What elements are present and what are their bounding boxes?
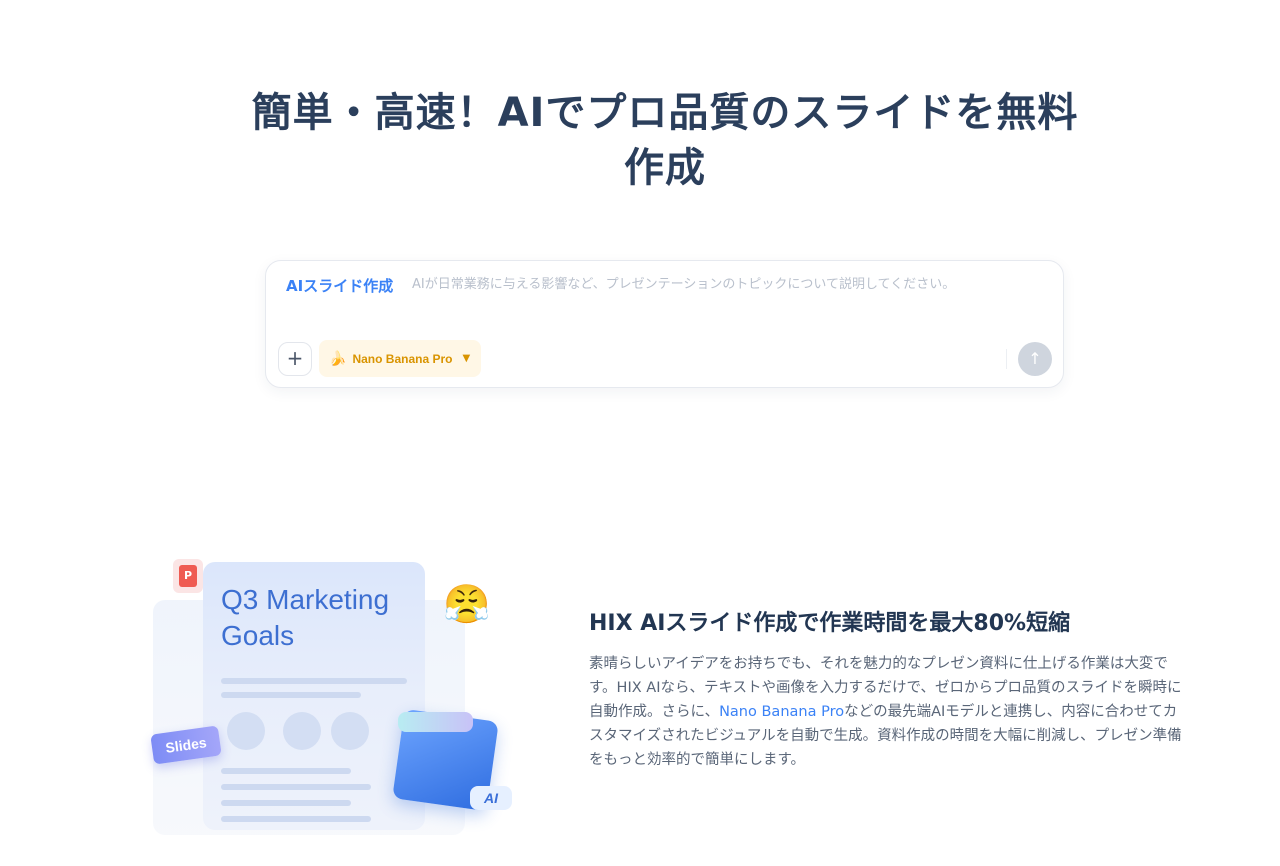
ai-tag: AI (470, 786, 512, 810)
prompt-input[interactable] (412, 273, 1042, 295)
feature-body: 素晴らしいアイデアをお持ちでも、それを魅力的なプレゼン資料に仕上げる作業は大変で… (589, 652, 1191, 772)
prompt-label: AIスライド作成 (286, 277, 394, 295)
hero-title: 簡単・高速！AIでプロ品質のスライドを無料作成 (251, 90, 1079, 191)
powerpoint-letter: P (179, 565, 197, 587)
chevron-down-icon: ▼ (462, 353, 471, 364)
banana-icon: 🍌 (329, 350, 347, 367)
prompt-card: AIスライド作成 + 🍌 Nano Banana Pro ▼ ↑ (265, 260, 1064, 388)
add-attachment-button[interactable]: + (278, 342, 312, 376)
pie-chart-shape (227, 712, 265, 750)
feature-title: HIX AIスライド作成で作業時間を最大80%短縮 (589, 611, 1071, 636)
pie-chart-shape (331, 712, 369, 750)
ai-document-header (398, 712, 473, 732)
pie-chart-shape (283, 712, 321, 750)
text-line (221, 816, 371, 822)
model-name: Nano Banana Pro (352, 351, 453, 366)
determined-face-icon: 😤 (443, 582, 491, 626)
text-line (221, 692, 361, 698)
slide-sheet-title: Q3 Marketing Goals (221, 584, 390, 651)
send-button[interactable]: ↑ (1018, 342, 1052, 376)
text-line (221, 784, 371, 790)
divider (1006, 349, 1007, 369)
nano-banana-link[interactable]: Nano Banana Pro (719, 704, 844, 720)
text-line (221, 768, 351, 774)
powerpoint-icon: P (173, 559, 203, 593)
slides-illustration: Q3 Marketing Goals P 😤 Slides AI (140, 540, 520, 850)
slide-sheet: Q3 Marketing Goals (203, 562, 425, 830)
model-selector-button[interactable]: 🍌 Nano Banana Pro ▼ (319, 340, 481, 377)
text-line (221, 800, 351, 806)
text-line (221, 678, 407, 684)
arrow-up-icon: ↑ (1028, 349, 1042, 368)
